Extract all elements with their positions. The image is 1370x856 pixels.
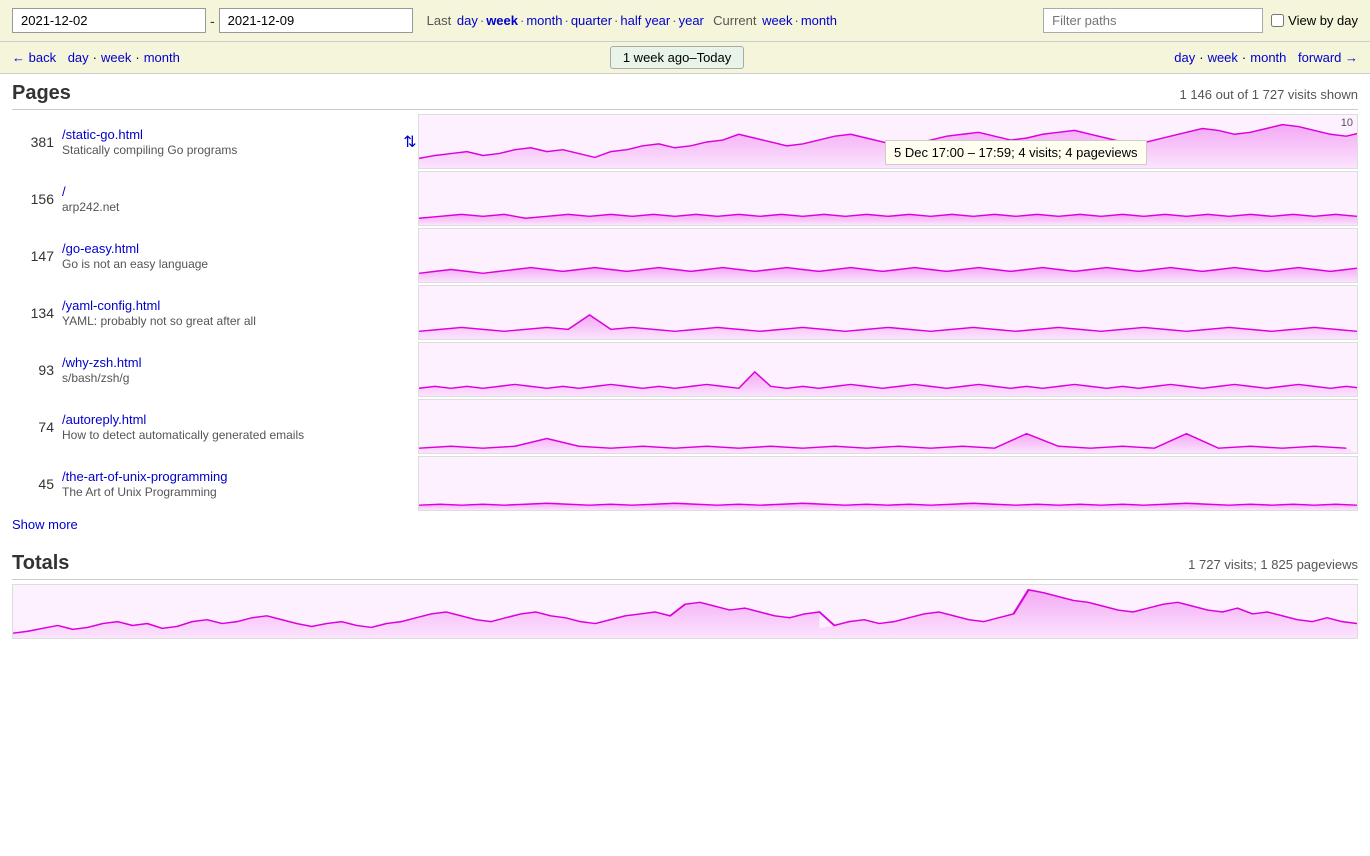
pages-title: Pages bbox=[12, 82, 71, 105]
last-week-link[interactable]: week bbox=[486, 13, 518, 28]
forward-month-link[interactable]: month bbox=[1250, 50, 1286, 65]
date-end-input[interactable] bbox=[219, 8, 413, 33]
current-month-link[interactable]: month bbox=[801, 13, 837, 28]
page-sparkline-chart bbox=[418, 228, 1358, 283]
page-description: Statically compiling Go programs bbox=[62, 143, 394, 157]
last-month-link[interactable]: month bbox=[526, 13, 562, 28]
page-description: Go is not an easy language bbox=[62, 257, 394, 271]
page-info: /yaml-config.html YAML: probably not so … bbox=[62, 298, 402, 328]
page-visit-count: 93 bbox=[12, 362, 62, 378]
table-row: 45 /the-art-of-unix-programming The Art … bbox=[12, 456, 1358, 511]
nav-bar: ← back day · week · month 1 week ago–Tod… bbox=[0, 42, 1370, 74]
page-info: /autoreply.html How to detect automatica… bbox=[62, 412, 402, 442]
page-url-link[interactable]: /the-art-of-unix-programming bbox=[62, 469, 394, 484]
last-day-link[interactable]: day bbox=[457, 13, 478, 28]
table-row: 134 /yaml-config.html YAML: probably not… bbox=[12, 285, 1358, 340]
table-row: 147 /go-easy.html Go is not an easy lang… bbox=[12, 228, 1358, 283]
sort-icon[interactable]: ⇅ bbox=[402, 132, 418, 152]
page-visit-count: 156 bbox=[12, 191, 62, 207]
nav-forward: day · week · month forward → bbox=[1174, 50, 1358, 65]
totals-header: Totals 1 727 visits; 1 825 pageviews bbox=[12, 552, 1358, 580]
top-bar: - Last day · week · month · quarter · ha… bbox=[0, 0, 1370, 42]
page-description: The Art of Unix Programming bbox=[62, 485, 394, 499]
page-visit-count: 134 bbox=[12, 305, 62, 321]
table-row: 381 /static-go.html Statically compiling… bbox=[12, 114, 1358, 169]
page-visit-count: 45 bbox=[12, 476, 62, 492]
back-week-link[interactable]: week bbox=[101, 50, 131, 65]
totals-title: Totals bbox=[12, 552, 69, 575]
page-url-link[interactable]: / bbox=[62, 184, 394, 199]
filter-paths-input[interactable] bbox=[1043, 8, 1263, 33]
page-sparkline-chart bbox=[418, 171, 1358, 226]
page-info: /why-zsh.html s/bash/zsh/g bbox=[62, 355, 402, 385]
view-by-day-checkbox[interactable] bbox=[1271, 14, 1284, 27]
page-sparkline-chart: 10 bbox=[418, 114, 1358, 169]
forward-arrow-link[interactable]: forward → bbox=[1298, 50, 1358, 65]
totals-section: Totals 1 727 visits; 1 825 pageviews 36 bbox=[12, 552, 1358, 639]
page-url-link[interactable]: /static-go.html bbox=[62, 127, 394, 142]
back-arrow-link[interactable]: ← back bbox=[12, 50, 56, 65]
chart-scale-label: 10 bbox=[1341, 117, 1353, 129]
page-url-link[interactable]: /autoreply.html bbox=[62, 412, 394, 427]
last-period-links: Last day · week · month · quarter · half… bbox=[425, 13, 837, 28]
table-row: 74 /autoreply.html How to detect automat… bbox=[12, 399, 1358, 454]
page-description: arp242.net bbox=[62, 200, 394, 214]
page-visit-count: 147 bbox=[12, 248, 62, 264]
page-sparkline-chart bbox=[418, 342, 1358, 397]
page-sparkline-chart bbox=[418, 285, 1358, 340]
date-separator: - bbox=[210, 13, 215, 29]
last-label: Last bbox=[427, 13, 452, 28]
main-content: Pages 1 146 out of 1 727 visits shown 38… bbox=[0, 74, 1370, 647]
page-description: YAML: probably not so great after all bbox=[62, 314, 394, 328]
last-year-link[interactable]: year bbox=[679, 13, 704, 28]
nav-back: ← back day · week · month bbox=[12, 50, 180, 65]
table-row: 156 / arp242.net bbox=[12, 171, 1358, 226]
current-label: Current bbox=[713, 13, 756, 28]
filter-section: View by day bbox=[1043, 8, 1358, 33]
nav-center-label: 1 week ago–Today bbox=[610, 46, 744, 69]
date-range: - bbox=[12, 8, 413, 33]
pages-info: 1 146 out of 1 727 visits shown bbox=[1179, 87, 1358, 102]
back-month-link[interactable]: month bbox=[144, 50, 180, 65]
page-url-link[interactable]: /go-easy.html bbox=[62, 241, 394, 256]
page-description: How to detect automatically generated em… bbox=[62, 428, 394, 442]
page-visit-count: 74 bbox=[12, 419, 62, 435]
page-info: /static-go.html Statically compiling Go … bbox=[62, 127, 402, 157]
forward-day-link[interactable]: day bbox=[1174, 50, 1195, 65]
page-url-link[interactable]: /why-zsh.html bbox=[62, 355, 394, 370]
table-row: 93 /why-zsh.html s/bash/zsh/g bbox=[12, 342, 1358, 397]
totals-chart bbox=[12, 584, 1358, 639]
date-start-input[interactable] bbox=[12, 8, 206, 33]
page-info: /the-art-of-unix-programming The Art of … bbox=[62, 469, 402, 499]
page-description: s/bash/zsh/g bbox=[62, 371, 394, 385]
page-sparkline-chart bbox=[418, 456, 1358, 511]
view-by-day-option: View by day bbox=[1271, 13, 1358, 28]
back-day-link[interactable]: day bbox=[68, 50, 89, 65]
page-url-link[interactable]: /yaml-config.html bbox=[62, 298, 394, 313]
view-by-day-label: View by day bbox=[1288, 13, 1358, 28]
page-visit-count: 381 bbox=[12, 134, 62, 150]
page-info: / arp242.net bbox=[62, 184, 402, 214]
show-more-link[interactable]: Show more bbox=[12, 517, 78, 532]
totals-info: 1 727 visits; 1 825 pageviews bbox=[1188, 557, 1358, 572]
last-halfyear-link[interactable]: half year bbox=[620, 13, 670, 28]
pages-section-header: Pages 1 146 out of 1 727 visits shown bbox=[12, 82, 1358, 110]
page-info: /go-easy.html Go is not an easy language bbox=[62, 241, 402, 271]
page-sparkline-chart bbox=[418, 399, 1358, 454]
page-rows-container: 381 /static-go.html Statically compiling… bbox=[12, 114, 1358, 511]
forward-week-link[interactable]: week bbox=[1208, 50, 1238, 65]
last-quarter-link[interactable]: quarter bbox=[571, 13, 612, 28]
current-week-link[interactable]: week bbox=[762, 13, 792, 28]
